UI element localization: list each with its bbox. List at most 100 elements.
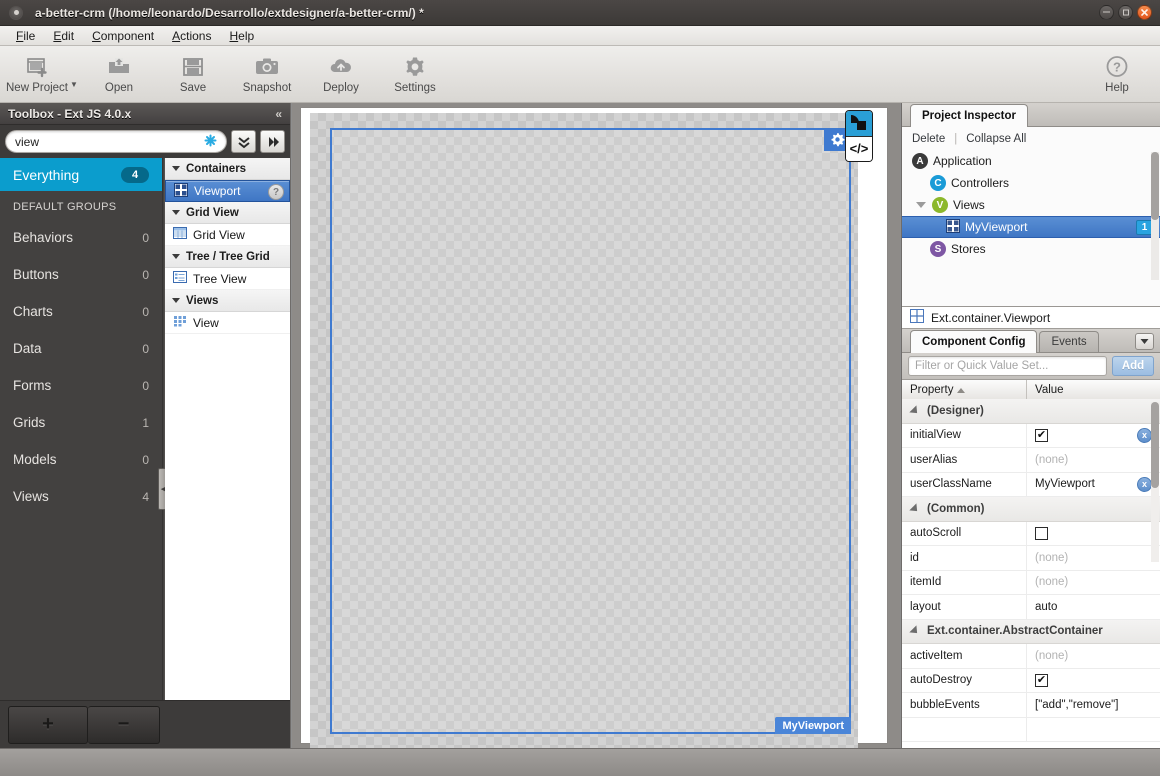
selected-class-name: Ext.container.Viewport bbox=[931, 310, 1051, 325]
toolbox-collapse-icon[interactable]: « bbox=[275, 107, 282, 121]
viewport-component[interactable]: MyViewport bbox=[330, 128, 851, 734]
config-row-bubbleevents-value[interactable]: ["add","remove"] bbox=[1027, 693, 1160, 717]
maximize-button[interactable] bbox=[1118, 5, 1133, 20]
config-filter-box[interactable] bbox=[908, 356, 1107, 376]
tree-node-controllers[interactable]: C Controllers bbox=[902, 172, 1160, 194]
help-button[interactable]: ? Help bbox=[1080, 50, 1154, 100]
config-group-common[interactable]: (Common) bbox=[902, 497, 1160, 522]
config-tab-menu-icon[interactable] bbox=[1135, 333, 1154, 350]
menu-component[interactable]: Component bbox=[83, 28, 163, 44]
save-disk-icon bbox=[179, 53, 207, 81]
config-row-autodestroy[interactable]: autoDestroy ✔ bbox=[902, 668, 1160, 693]
snapshot-button[interactable]: Snapshot bbox=[230, 50, 304, 100]
tree-scrollbar-thumb[interactable] bbox=[1151, 152, 1159, 220]
column-header-property[interactable]: Property bbox=[902, 380, 1027, 400]
component-item-grid-view[interactable]: Grid View bbox=[165, 224, 290, 246]
config-row-activeitem[interactable]: activeItem (none) bbox=[902, 644, 1160, 669]
config-row-initialview[interactable]: initialView ✔ x bbox=[902, 423, 1160, 448]
group-everything[interactable]: Everything 4 bbox=[0, 158, 162, 191]
tree-node-myviewport[interactable]: MyViewport 1 bbox=[902, 216, 1160, 238]
config-row-itemid[interactable]: itemId (none) bbox=[902, 570, 1160, 595]
tab-events[interactable]: Events bbox=[1039, 331, 1099, 352]
save-button[interactable]: Save bbox=[156, 50, 230, 100]
open-button[interactable]: Open bbox=[82, 50, 156, 100]
canvas-surface[interactable]: MyViewport bbox=[300, 107, 888, 748]
config-row-autoscroll[interactable]: autoScroll bbox=[902, 521, 1160, 546]
autodestroy-checkbox[interactable]: ✔ bbox=[1035, 673, 1048, 687]
group-charts[interactable]: Charts 0 bbox=[0, 293, 162, 330]
component-item-tree-view[interactable]: Tree View bbox=[165, 268, 290, 290]
config-row-userclassname[interactable]: userClassName MyViewport x bbox=[902, 472, 1160, 497]
group-forms[interactable]: Forms 0 bbox=[0, 367, 162, 404]
group-models[interactable]: Models 0 bbox=[0, 441, 162, 478]
group-buttons[interactable]: Buttons 0 bbox=[0, 256, 162, 293]
settings-button[interactable]: Settings bbox=[378, 50, 452, 100]
viewport-name-tag[interactable]: MyViewport bbox=[775, 717, 851, 734]
add-component-button[interactable]: + bbox=[8, 705, 88, 744]
close-button[interactable] bbox=[1137, 5, 1152, 20]
config-filter-input[interactable] bbox=[915, 360, 1100, 372]
config-row-id[interactable]: id (none) bbox=[902, 546, 1160, 571]
config-filter-row: Add bbox=[902, 353, 1160, 379]
initialview-clear-button[interactable]: x bbox=[1137, 427, 1152, 443]
config-row-layout[interactable]: layout auto bbox=[902, 595, 1160, 620]
component-group-tree-grid[interactable]: Tree / Tree Grid bbox=[165, 246, 290, 268]
group-views[interactable]: Views 4 bbox=[0, 478, 162, 515]
chevron-down-icon[interactable] bbox=[916, 202, 926, 208]
config-row-autodestroy-value[interactable]: ✔ bbox=[1027, 669, 1160, 693]
tree-scrollbar[interactable] bbox=[1151, 152, 1159, 280]
config-row-autoscroll-value[interactable] bbox=[1027, 522, 1160, 546]
component-group-grid-view[interactable]: Grid View bbox=[165, 202, 290, 224]
component-group-views[interactable]: Views bbox=[165, 290, 290, 312]
next-panel-button[interactable] bbox=[260, 130, 285, 153]
group-behaviors[interactable]: Behaviors 0 bbox=[0, 219, 162, 256]
component-item-viewport[interactable]: Viewport ? bbox=[165, 180, 290, 202]
config-group-abstractcontainer[interactable]: Ext.container.AbstractContainer bbox=[902, 619, 1160, 644]
menu-edit[interactable]: Edit bbox=[44, 28, 83, 44]
initialview-checkbox[interactable]: ✔ bbox=[1035, 428, 1048, 442]
config-add-button[interactable]: Add bbox=[1112, 356, 1154, 376]
config-row-itemid-value[interactable]: (none) bbox=[1027, 571, 1160, 595]
new-project-button[interactable]: New Project bbox=[0, 50, 74, 100]
clear-search-icon[interactable] bbox=[204, 134, 217, 149]
config-row-userclassname-value[interactable]: MyViewport x bbox=[1027, 473, 1160, 497]
remove-component-button[interactable]: − bbox=[88, 705, 160, 744]
tree-node-views[interactable]: V Views bbox=[902, 194, 1160, 216]
menu-file[interactable]: File bbox=[7, 28, 44, 44]
deploy-button[interactable]: Deploy bbox=[304, 50, 378, 100]
design-mode-button[interactable] bbox=[846, 111, 872, 136]
config-scrollbar[interactable] bbox=[1151, 402, 1159, 562]
tab-project-inspector[interactable]: Project Inspector bbox=[910, 104, 1028, 127]
component-item-view[interactable]: View bbox=[165, 312, 290, 334]
tree-node-application[interactable]: A Application bbox=[902, 150, 1160, 172]
tab-component-config[interactable]: Component Config bbox=[910, 330, 1038, 353]
search-input[interactable] bbox=[15, 134, 204, 149]
group-data[interactable]: Data 0 bbox=[0, 330, 162, 367]
userclassname-clear-button[interactable]: x bbox=[1137, 476, 1152, 492]
tree-node-stores[interactable]: S Stores bbox=[902, 238, 1160, 260]
config-scrollbar-thumb[interactable] bbox=[1151, 402, 1159, 488]
component-group-containers[interactable]: Containers bbox=[165, 158, 290, 180]
config-row-activeitem-value[interactable]: (none) bbox=[1027, 644, 1160, 668]
menu-help[interactable]: Help bbox=[220, 28, 263, 44]
collapse-all-link[interactable]: Collapse All bbox=[966, 133, 1026, 145]
column-header-value[interactable]: Value bbox=[1027, 380, 1160, 400]
autoscroll-checkbox[interactable] bbox=[1035, 526, 1048, 540]
menu-actions[interactable]: Actions bbox=[163, 28, 220, 44]
config-row-initialview-value[interactable]: ✔ x bbox=[1027, 424, 1160, 448]
delete-link[interactable]: Delete bbox=[912, 133, 945, 145]
config-row-layout-value[interactable]: auto bbox=[1027, 595, 1160, 619]
new-project-dropdown-icon[interactable]: ▼ bbox=[70, 81, 80, 89]
menu-component-label: omponent bbox=[100, 28, 155, 43]
search-box[interactable] bbox=[5, 130, 227, 153]
config-row-id-value[interactable]: (none) bbox=[1027, 546, 1160, 570]
code-mode-button[interactable]: </> bbox=[846, 135, 872, 161]
expand-all-button[interactable] bbox=[231, 130, 256, 153]
config-row-bubbleevents[interactable]: bubbleEvents ["add","remove"] bbox=[902, 693, 1160, 718]
minimize-button[interactable] bbox=[1099, 5, 1114, 20]
group-grids[interactable]: Grids 1 bbox=[0, 404, 162, 441]
viewport-help-icon[interactable]: ? bbox=[268, 184, 284, 200]
config-group-designer[interactable]: (Designer) bbox=[902, 399, 1160, 424]
config-row-useralias-value[interactable]: (none) bbox=[1027, 448, 1160, 472]
config-row-useralias[interactable]: userAlias (none) bbox=[902, 448, 1160, 473]
